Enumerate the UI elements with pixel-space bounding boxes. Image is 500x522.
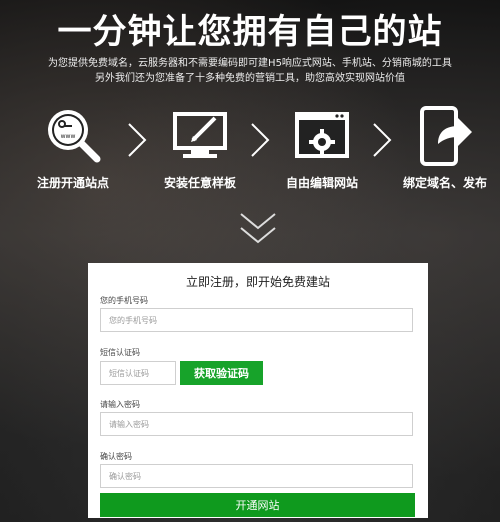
confirm-password-label: 确认密码 (100, 452, 132, 461)
phone-input[interactable] (100, 308, 413, 332)
step-bind-domain: 绑定域名、发布 (385, 98, 500, 191)
magnifier-www-icon: www (48, 110, 101, 163)
step-label: 安装任意样板 (163, 176, 236, 190)
phone-label: 您的手机号码 (100, 296, 148, 305)
svg-text:www: www (61, 133, 76, 140)
form-title: 立即注册，即开始免费建站 (185, 275, 330, 289)
open-site-button[interactable]: 开通网站 (100, 493, 415, 517)
step-label: 注册开通站点 (36, 176, 109, 190)
password-input[interactable] (100, 412, 413, 436)
step-edit-site: 自由编辑网站 (262, 98, 382, 191)
step-register: www 注册开通站点 (13, 98, 133, 191)
step-label: 绑定域名、发布 (402, 176, 487, 190)
get-code-button[interactable]: 获取验证码 (180, 361, 263, 385)
step-install-template: 安装任意样板 (140, 98, 260, 191)
hero-title: 一分钟让您拥有自己的站 (57, 12, 443, 52)
browser-gear-icon (295, 112, 349, 158)
chevron-down-icon (240, 213, 276, 244)
hero-description-line2: 另外我们还为您准备了十多种免费的营销工具，助您高效实现网站价值 (95, 73, 405, 84)
sms-code-label: 短信认证码 (100, 348, 140, 357)
password-label: 请输入密码 (100, 400, 140, 409)
phone-share-icon (420, 106, 472, 166)
hero-description-line1: 为您提供免费域名，云服务器和不需要编码即可建H5响应式网站、手机站、分销商城的工… (48, 58, 452, 69)
step-label: 自由编辑网站 (285, 176, 358, 190)
confirm-password-input[interactable] (100, 464, 413, 488)
steps-row: www 注册开通站点 安装任意样板 自由编辑网站 绑定域名、发布 (0, 98, 500, 198)
sms-code-input[interactable] (100, 361, 176, 385)
monitor-pen-icon (173, 112, 227, 158)
registration-form: 立即注册，即开始免费建站 您的手机号码 短信认证码 获取验证码 请输入密码 确认… (88, 263, 428, 518)
